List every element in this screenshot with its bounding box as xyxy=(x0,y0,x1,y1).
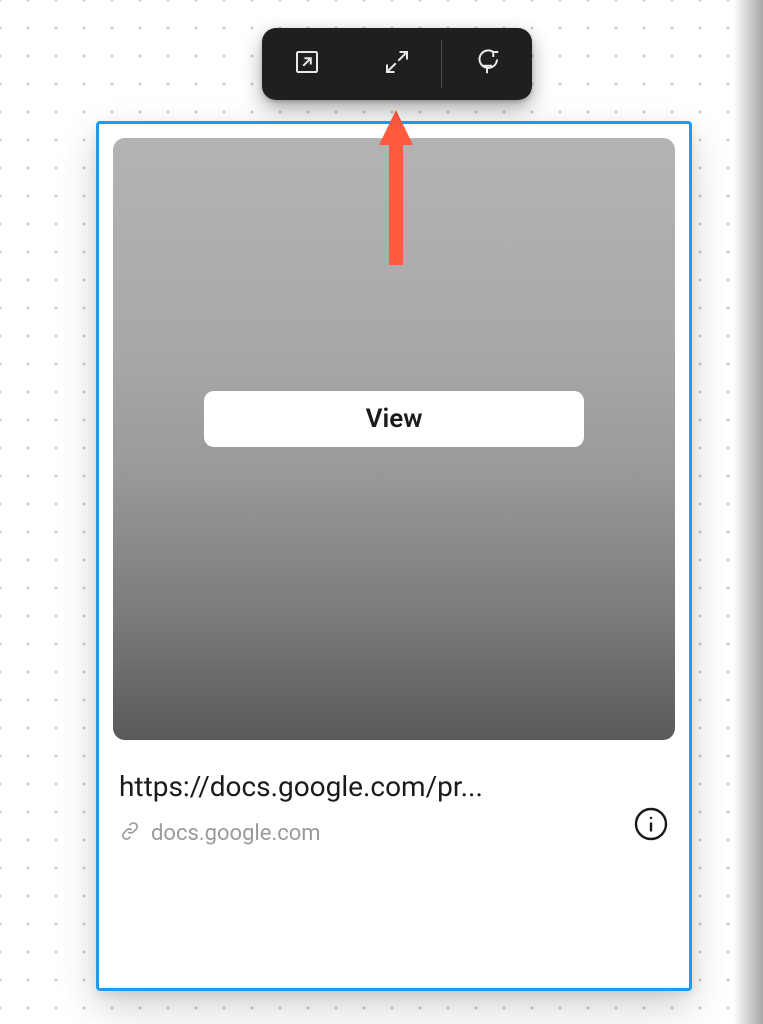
view-button-label: View xyxy=(366,404,423,434)
reset-title-icon xyxy=(472,47,502,81)
link-preview-thumbnail: View xyxy=(113,138,675,740)
view-button[interactable]: View xyxy=(204,391,584,447)
link-icon xyxy=(119,820,141,848)
link-card-selected[interactable]: View https://docs.google.com/pr... docs.… xyxy=(96,121,692,991)
open-external-icon xyxy=(292,47,322,81)
info-icon xyxy=(633,827,669,846)
expand-icon xyxy=(382,47,412,81)
link-url: https://docs.google.com/pr... xyxy=(119,768,633,806)
expand-button[interactable] xyxy=(352,28,442,100)
link-domain-row: docs.google.com xyxy=(119,820,633,848)
link-card-inner: View https://docs.google.com/pr... docs.… xyxy=(113,138,675,974)
open-external-button[interactable] xyxy=(262,28,352,100)
link-domain: docs.google.com xyxy=(151,821,321,846)
link-meta: https://docs.google.com/pr... docs.googl… xyxy=(113,740,675,848)
reset-title-button[interactable] xyxy=(442,28,532,100)
floating-toolbar xyxy=(262,28,532,100)
info-button[interactable] xyxy=(633,806,669,842)
link-meta-text: https://docs.google.com/pr... docs.googl… xyxy=(119,768,633,848)
right-edge-shadow xyxy=(733,0,763,1024)
